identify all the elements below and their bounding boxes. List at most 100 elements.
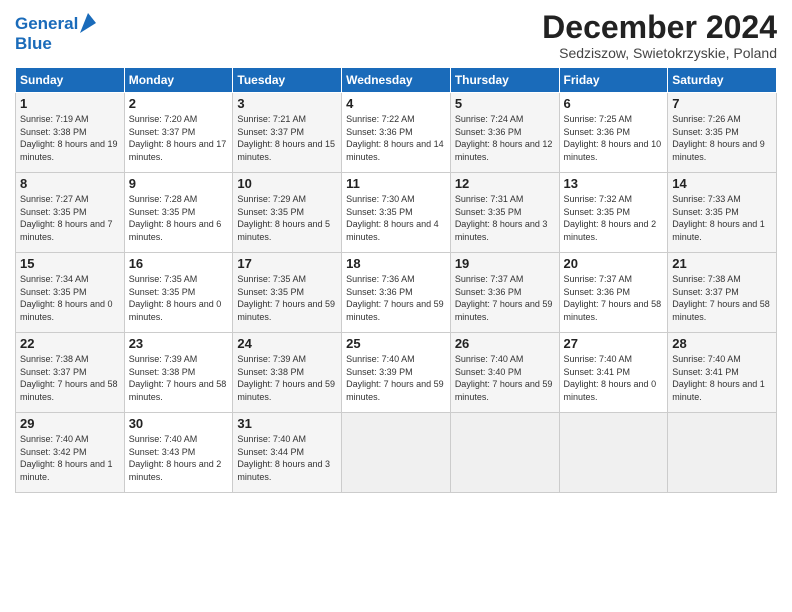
day-number: 7 — [672, 96, 772, 111]
day-info: Sunrise: 7:20 AMSunset: 3:37 PMDaylight:… — [129, 113, 229, 163]
day-info: Sunrise: 7:38 AMSunset: 3:37 PMDaylight:… — [20, 353, 120, 403]
logo-general: General — [15, 14, 78, 33]
table-cell: 13 Sunrise: 7:32 AMSunset: 3:35 PMDaylig… — [559, 173, 668, 253]
day-info: Sunrise: 7:40 AMSunset: 3:41 PMDaylight:… — [672, 353, 772, 403]
table-cell: 14 Sunrise: 7:33 AMSunset: 3:35 PMDaylig… — [668, 173, 777, 253]
table-cell: 31 Sunrise: 7:40 AMSunset: 3:44 PMDaylig… — [233, 413, 342, 493]
day-info: Sunrise: 7:40 AMSunset: 3:43 PMDaylight:… — [129, 433, 229, 483]
col-sunday: Sunday — [16, 68, 125, 93]
day-number: 2 — [129, 96, 229, 111]
col-friday: Friday — [559, 68, 668, 93]
day-number: 27 — [564, 336, 664, 351]
table-cell: 18 Sunrise: 7:36 AMSunset: 3:36 PMDaylig… — [342, 253, 451, 333]
day-info: Sunrise: 7:37 AMSunset: 3:36 PMDaylight:… — [564, 273, 664, 323]
day-info: Sunrise: 7:40 AMSunset: 3:39 PMDaylight:… — [346, 353, 446, 403]
table-cell: 7 Sunrise: 7:26 AMSunset: 3:35 PMDayligh… — [668, 93, 777, 173]
day-number: 11 — [346, 176, 446, 191]
day-number: 18 — [346, 256, 446, 271]
day-info: Sunrise: 7:36 AMSunset: 3:36 PMDaylight:… — [346, 273, 446, 323]
table-cell: 30 Sunrise: 7:40 AMSunset: 3:43 PMDaylig… — [124, 413, 233, 493]
day-info: Sunrise: 7:40 AMSunset: 3:44 PMDaylight:… — [237, 433, 337, 483]
day-info: Sunrise: 7:40 AMSunset: 3:42 PMDaylight:… — [20, 433, 120, 483]
day-info: Sunrise: 7:25 AMSunset: 3:36 PMDaylight:… — [564, 113, 664, 163]
col-monday: Monday — [124, 68, 233, 93]
day-number: 13 — [564, 176, 664, 191]
title-block: December 2024 Sedziszow, Swietokrzyskie,… — [542, 10, 777, 61]
table-cell: 24 Sunrise: 7:39 AMSunset: 3:38 PMDaylig… — [233, 333, 342, 413]
week-row-3: 15 Sunrise: 7:34 AMSunset: 3:35 PMDaylig… — [16, 253, 777, 333]
day-info: Sunrise: 7:24 AMSunset: 3:36 PMDaylight:… — [455, 113, 555, 163]
table-cell — [342, 413, 451, 493]
day-number: 15 — [20, 256, 120, 271]
day-info: Sunrise: 7:30 AMSunset: 3:35 PMDaylight:… — [346, 193, 446, 243]
logo-blue: Blue — [15, 34, 96, 54]
day-info: Sunrise: 7:26 AMSunset: 3:35 PMDaylight:… — [672, 113, 772, 163]
day-number: 9 — [129, 176, 229, 191]
day-info: Sunrise: 7:28 AMSunset: 3:35 PMDaylight:… — [129, 193, 229, 243]
day-number: 17 — [237, 256, 337, 271]
col-saturday: Saturday — [668, 68, 777, 93]
day-number: 26 — [455, 336, 555, 351]
day-info: Sunrise: 7:40 AMSunset: 3:41 PMDaylight:… — [564, 353, 664, 403]
table-cell: 4 Sunrise: 7:22 AMSunset: 3:36 PMDayligh… — [342, 93, 451, 173]
table-cell: 6 Sunrise: 7:25 AMSunset: 3:36 PMDayligh… — [559, 93, 668, 173]
col-wednesday: Wednesday — [342, 68, 451, 93]
day-info: Sunrise: 7:19 AMSunset: 3:38 PMDaylight:… — [20, 113, 120, 163]
week-row-2: 8 Sunrise: 7:27 AMSunset: 3:35 PMDayligh… — [16, 173, 777, 253]
day-number: 14 — [672, 176, 772, 191]
day-info: Sunrise: 7:37 AMSunset: 3:36 PMDaylight:… — [455, 273, 555, 323]
day-number: 6 — [564, 96, 664, 111]
day-info: Sunrise: 7:31 AMSunset: 3:35 PMDaylight:… — [455, 193, 555, 243]
day-number: 20 — [564, 256, 664, 271]
day-number: 4 — [346, 96, 446, 111]
calendar-table: Sunday Monday Tuesday Wednesday Thursday… — [15, 67, 777, 493]
day-number: 23 — [129, 336, 229, 351]
table-cell: 25 Sunrise: 7:40 AMSunset: 3:39 PMDaylig… — [342, 333, 451, 413]
week-row-4: 22 Sunrise: 7:38 AMSunset: 3:37 PMDaylig… — [16, 333, 777, 413]
day-number: 28 — [672, 336, 772, 351]
table-cell — [559, 413, 668, 493]
table-cell: 29 Sunrise: 7:40 AMSunset: 3:42 PMDaylig… — [16, 413, 125, 493]
table-cell: 11 Sunrise: 7:30 AMSunset: 3:35 PMDaylig… — [342, 173, 451, 253]
table-cell: 17 Sunrise: 7:35 AMSunset: 3:35 PMDaylig… — [233, 253, 342, 333]
table-cell — [668, 413, 777, 493]
table-cell: 16 Sunrise: 7:35 AMSunset: 3:35 PMDaylig… — [124, 253, 233, 333]
day-number: 10 — [237, 176, 337, 191]
day-number: 30 — [129, 416, 229, 431]
day-number: 12 — [455, 176, 555, 191]
day-number: 21 — [672, 256, 772, 271]
table-cell: 1 Sunrise: 7:19 AMSunset: 3:38 PMDayligh… — [16, 93, 125, 173]
day-info: Sunrise: 7:35 AMSunset: 3:35 PMDaylight:… — [129, 273, 229, 323]
day-info: Sunrise: 7:22 AMSunset: 3:36 PMDaylight:… — [346, 113, 446, 163]
header: General Blue December 2024 Sedziszow, Sw… — [15, 10, 777, 61]
table-cell: 3 Sunrise: 7:21 AMSunset: 3:37 PMDayligh… — [233, 93, 342, 173]
day-number: 29 — [20, 416, 120, 431]
table-cell: 10 Sunrise: 7:29 AMSunset: 3:35 PMDaylig… — [233, 173, 342, 253]
day-number: 1 — [20, 96, 120, 111]
table-cell: 26 Sunrise: 7:40 AMSunset: 3:40 PMDaylig… — [450, 333, 559, 413]
table-cell: 5 Sunrise: 7:24 AMSunset: 3:36 PMDayligh… — [450, 93, 559, 173]
day-info: Sunrise: 7:34 AMSunset: 3:35 PMDaylight:… — [20, 273, 120, 323]
day-number: 3 — [237, 96, 337, 111]
day-info: Sunrise: 7:21 AMSunset: 3:37 PMDaylight:… — [237, 113, 337, 163]
table-cell: 28 Sunrise: 7:40 AMSunset: 3:41 PMDaylig… — [668, 333, 777, 413]
header-row: Sunday Monday Tuesday Wednesday Thursday… — [16, 68, 777, 93]
table-cell: 22 Sunrise: 7:38 AMSunset: 3:37 PMDaylig… — [16, 333, 125, 413]
table-cell: 20 Sunrise: 7:37 AMSunset: 3:36 PMDaylig… — [559, 253, 668, 333]
table-cell: 15 Sunrise: 7:34 AMSunset: 3:35 PMDaylig… — [16, 253, 125, 333]
month-title: December 2024 — [542, 10, 777, 45]
day-number: 8 — [20, 176, 120, 191]
table-cell: 12 Sunrise: 7:31 AMSunset: 3:35 PMDaylig… — [450, 173, 559, 253]
table-cell: 2 Sunrise: 7:20 AMSunset: 3:37 PMDayligh… — [124, 93, 233, 173]
day-info: Sunrise: 7:40 AMSunset: 3:40 PMDaylight:… — [455, 353, 555, 403]
table-cell: 23 Sunrise: 7:39 AMSunset: 3:38 PMDaylig… — [124, 333, 233, 413]
day-info: Sunrise: 7:33 AMSunset: 3:35 PMDaylight:… — [672, 193, 772, 243]
day-number: 5 — [455, 96, 555, 111]
day-number: 16 — [129, 256, 229, 271]
week-row-1: 1 Sunrise: 7:19 AMSunset: 3:38 PMDayligh… — [16, 93, 777, 173]
col-thursday: Thursday — [450, 68, 559, 93]
logo: General Blue — [15, 14, 96, 53]
table-cell: 27 Sunrise: 7:40 AMSunset: 3:41 PMDaylig… — [559, 333, 668, 413]
day-number: 24 — [237, 336, 337, 351]
table-cell: 19 Sunrise: 7:37 AMSunset: 3:36 PMDaylig… — [450, 253, 559, 333]
